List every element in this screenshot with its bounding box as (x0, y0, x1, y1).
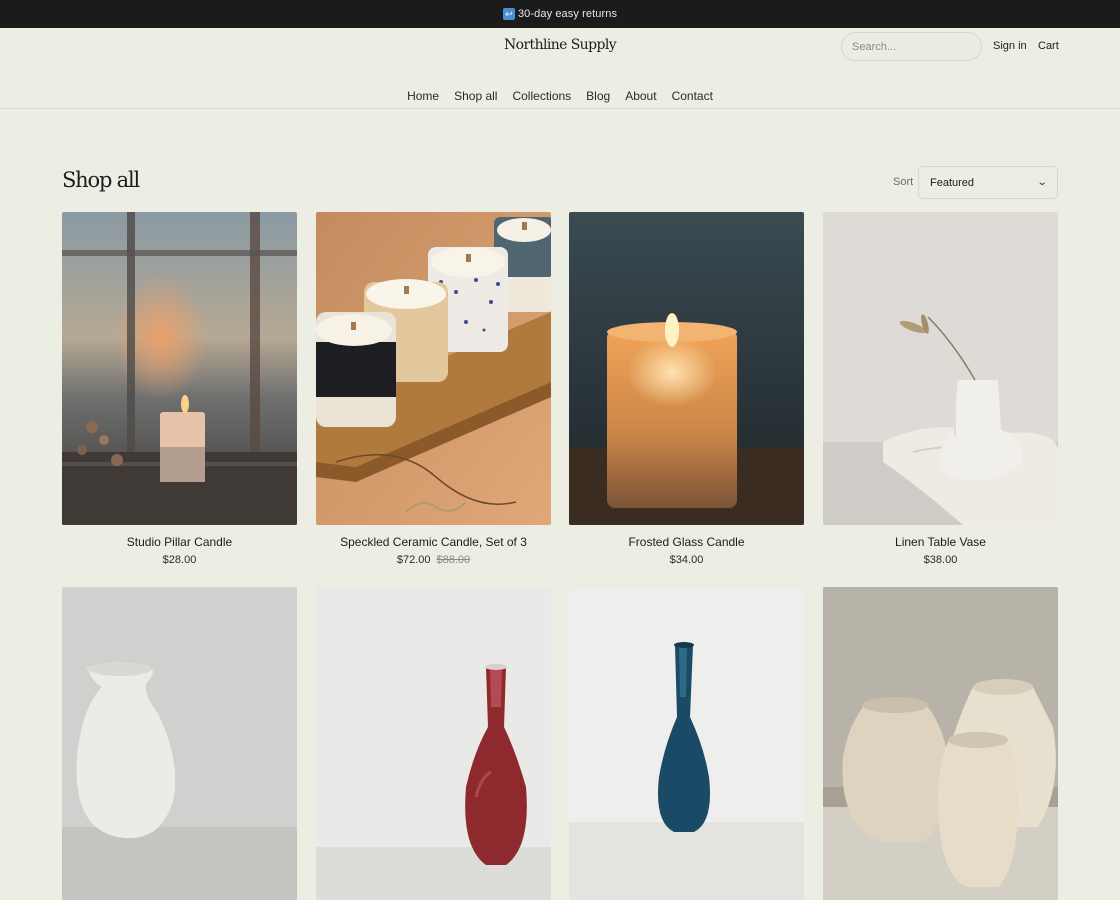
product-card[interactable]: Speckled Ceramic Candle, Set of 3 $72.00… (316, 212, 551, 566)
product-name[interactable]: Speckled Ceramic Candle, Set of 3 (316, 535, 551, 549)
product-card[interactable]: Linen Table Vase $38.00 (823, 212, 1058, 566)
product-image-white-vase[interactable] (62, 587, 297, 900)
chevron-down-icon: ⌄ (1036, 177, 1048, 188)
nav-about[interactable]: About (625, 89, 656, 103)
product-price: $72.00 $88.00 (316, 554, 551, 566)
product-image-blue-vase[interactable] (569, 587, 804, 900)
nav-collections[interactable]: Collections (512, 89, 571, 103)
nav-home[interactable]: Home (407, 89, 439, 103)
search-input[interactable] (841, 32, 982, 61)
product-image-linen-vase[interactable] (823, 212, 1058, 525)
cart-link[interactable]: Cart (1038, 40, 1059, 52)
announcement-text: 30-day easy returns (517, 8, 618, 20)
page-title: Shop all (62, 168, 140, 192)
product-card[interactable] (823, 587, 1058, 900)
return-arrow-icon: ↩ (502, 8, 515, 20)
price-current: $38.00 (923, 554, 958, 566)
product-price: $34.00 (569, 554, 804, 566)
price-compare-at: $88.00 (436, 554, 471, 566)
site-header: Northline Supply Sign in Cart Home Shop … (0, 28, 1120, 109)
product-name[interactable]: Frosted Glass Candle (569, 535, 804, 549)
sort-label: Sort (893, 176, 914, 188)
price-current: $34.00 (669, 554, 704, 566)
product-image-red-vase[interactable] (316, 587, 551, 900)
product-image-frosted-candle[interactable] (569, 212, 804, 525)
product-card[interactable] (62, 587, 297, 900)
sort-selected-value: Featured (930, 176, 975, 189)
product-card[interactable] (569, 587, 804, 900)
product-card[interactable] (316, 587, 551, 900)
product-name[interactable]: Studio Pillar Candle (62, 535, 297, 549)
sort-select[interactable]: Featured ⌄ (918, 166, 1058, 199)
price-current: $72.00 (396, 554, 431, 566)
product-card[interactable]: Frosted Glass Candle $34.00 (569, 212, 804, 566)
product-image-stoneware-vases[interactable] (823, 587, 1058, 900)
product-price: $28.00 (62, 554, 297, 566)
product-card[interactable]: Studio Pillar Candle $28.00 (62, 212, 297, 566)
sign-in-link[interactable]: Sign in (993, 40, 1027, 52)
announcement-bar: ↩ 30-day easy returns (0, 0, 1120, 28)
product-image-pillar-candle[interactable] (62, 212, 297, 525)
nav-blog[interactable]: Blog (586, 89, 610, 103)
price-current: $28.00 (162, 554, 197, 566)
product-image-speckled-candles[interactable] (316, 212, 551, 525)
product-name[interactable]: Linen Table Vase (823, 535, 1058, 549)
main-nav: Home Shop all Collections Blog About Con… (0, 89, 1120, 103)
product-price: $38.00 (823, 554, 1058, 566)
nav-shop-all[interactable]: Shop all (454, 89, 497, 103)
nav-contact[interactable]: Contact (672, 89, 713, 103)
